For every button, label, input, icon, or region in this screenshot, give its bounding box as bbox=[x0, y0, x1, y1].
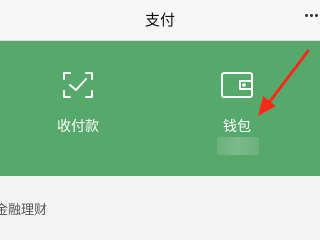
more-dots-icon bbox=[310, 13, 313, 17]
payment-screen: 支付 收付款 钱包 金融理财 bbox=[0, 0, 320, 240]
blurred-balance bbox=[217, 137, 259, 155]
payment-panel: 收付款 钱包 bbox=[0, 41, 320, 176]
scan-check-icon bbox=[63, 72, 93, 98]
more-dots-icon bbox=[315, 13, 318, 17]
more-dots-icon bbox=[305, 13, 308, 17]
receive-payment-tile[interactable]: 收付款 bbox=[18, 53, 138, 163]
finance-section[interactable]: 金融理财 bbox=[0, 176, 320, 240]
wallet-icon bbox=[221, 72, 253, 98]
wallet-label: 钱包 bbox=[223, 119, 251, 135]
page-title: 支付 bbox=[144, 11, 175, 29]
more-button[interactable] bbox=[296, 0, 320, 30]
receive-payment-label: 收付款 bbox=[57, 119, 99, 135]
navigation-bar: 支付 bbox=[0, 0, 320, 41]
finance-section-label: 金融理财 bbox=[0, 203, 48, 218]
